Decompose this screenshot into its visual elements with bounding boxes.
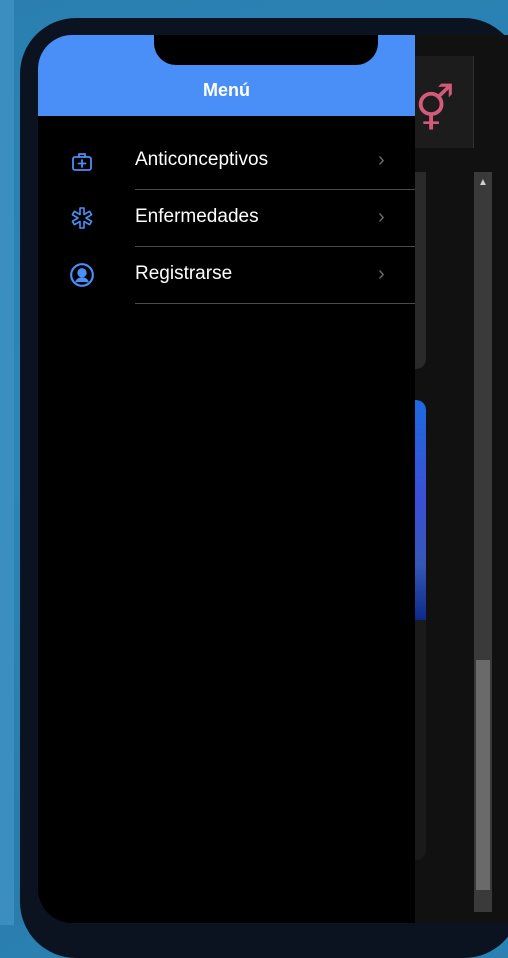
divider <box>135 303 415 304</box>
phone-notch <box>154 35 378 65</box>
chevron-right-icon: › <box>378 263 385 285</box>
chevron-right-icon: › <box>378 149 385 171</box>
menu-item-label: Enfermedades <box>135 206 259 227</box>
scroll-up-arrow-icon[interactable]: ▲ <box>474 172 492 194</box>
chevron-right-icon: › <box>378 206 385 228</box>
background-app <box>415 35 508 923</box>
menu-item-enfermedades[interactable]: Enfermedades › <box>38 190 415 247</box>
side-menu-drawer: Menú Anticonceptivos › Enfermedades › Re… <box>38 35 415 923</box>
page-background-band <box>0 0 14 925</box>
menu-item-label: Registrarse <box>135 263 233 284</box>
medical-bag-icon <box>66 145 98 177</box>
scrollbar-thumb[interactable] <box>476 660 490 890</box>
user-circle-icon <box>66 259 98 291</box>
menu-item-anticonceptivos[interactable]: Anticonceptivos › <box>38 133 415 190</box>
menu-item-label: Anticonceptivos <box>135 149 269 170</box>
medical-star-icon <box>66 202 98 234</box>
gender-symbol-icon: ⚥ <box>415 85 455 134</box>
menu-item-registrarse[interactable]: Registrarse › <box>38 247 415 304</box>
drawer-title: Menú <box>203 80 250 100</box>
